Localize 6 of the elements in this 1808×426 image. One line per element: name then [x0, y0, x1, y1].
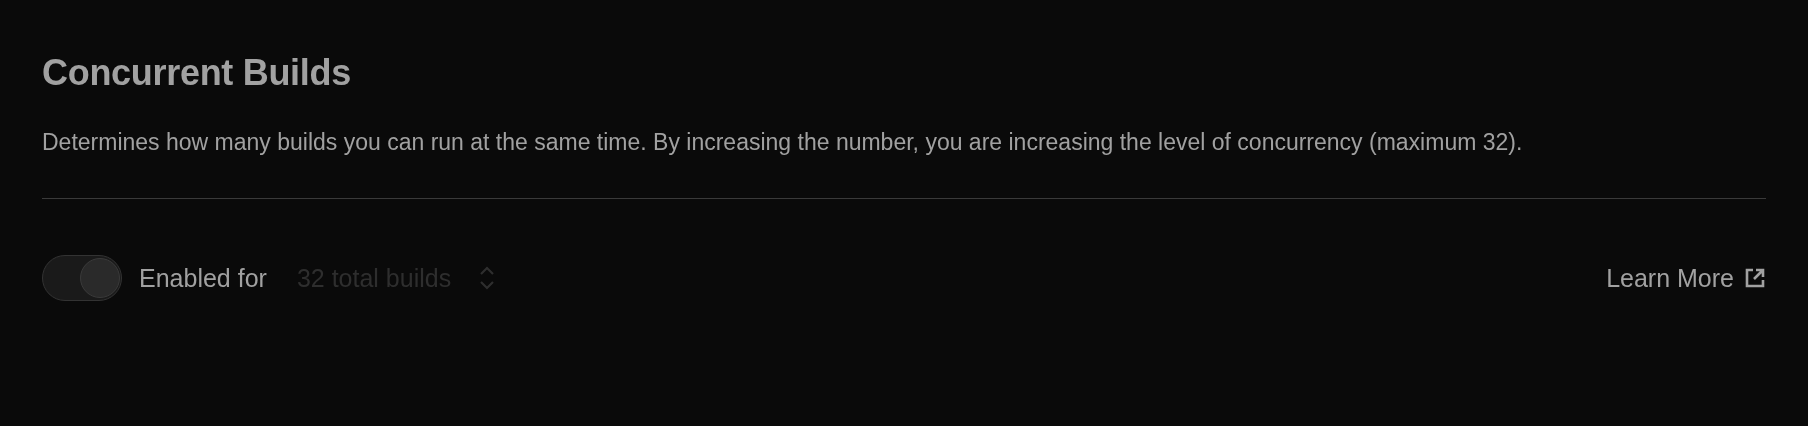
toggle-label: Enabled for [139, 263, 267, 293]
learn-more-link[interactable]: Learn More [1606, 263, 1766, 293]
chevron-up-down-icon [479, 265, 496, 291]
section-description: Determines how many builds you can run at the same time. By increasing the number, you are increasing the level of concurrency (maximum 32). [42, 128, 1524, 157]
section-title: Concurrent Builds [42, 52, 352, 94]
external-link-icon [1744, 267, 1766, 289]
